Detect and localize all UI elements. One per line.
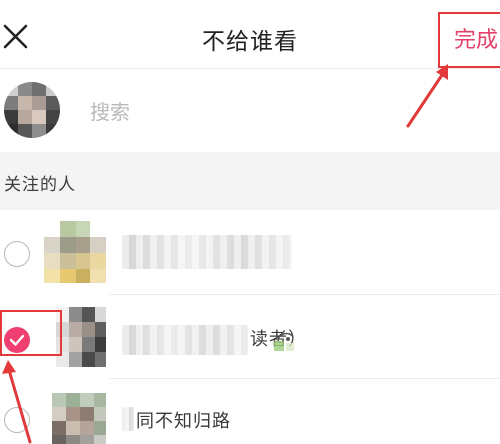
search-input[interactable]: [90, 97, 390, 127]
close-button[interactable]: [0, 20, 34, 54]
checkmark-icon: [9, 334, 25, 346]
contact-avatar: [56, 307, 106, 367]
page-title: 不给谁看: [202, 29, 298, 55]
header-bar: 不给谁看 完成: [0, 0, 500, 68]
my-avatar: [4, 82, 60, 138]
select-hidden-contacts-screen: 不给谁看 完成 搜索 关注的人 读者） 同不知归路: [0, 0, 500, 444]
radio-unchecked[interactable]: [4, 407, 30, 433]
contact-name-blurred: [122, 407, 134, 431]
section-header: 关注的人: [0, 152, 500, 210]
close-icon: [3, 24, 28, 49]
contact-avatar: [44, 221, 106, 283]
contact-name-blurred: [122, 235, 292, 269]
radio-unchecked[interactable]: [4, 241, 30, 267]
contact-item[interactable]: 同不知归路: [0, 379, 500, 444]
done-button[interactable]: 完成: [454, 22, 498, 54]
contact-avatar: [52, 393, 106, 444]
section-title: 关注的人: [4, 175, 76, 195]
radio-checked[interactable]: [4, 327, 30, 353]
badge-icon: [274, 332, 294, 351]
contact-item-selected[interactable]: 读者）: [0, 295, 500, 379]
contact-name-blurred: [122, 325, 248, 355]
contact-name: 同不知归路: [136, 411, 231, 432]
contact-item[interactable]: [0, 211, 500, 295]
search-row: [0, 69, 500, 151]
